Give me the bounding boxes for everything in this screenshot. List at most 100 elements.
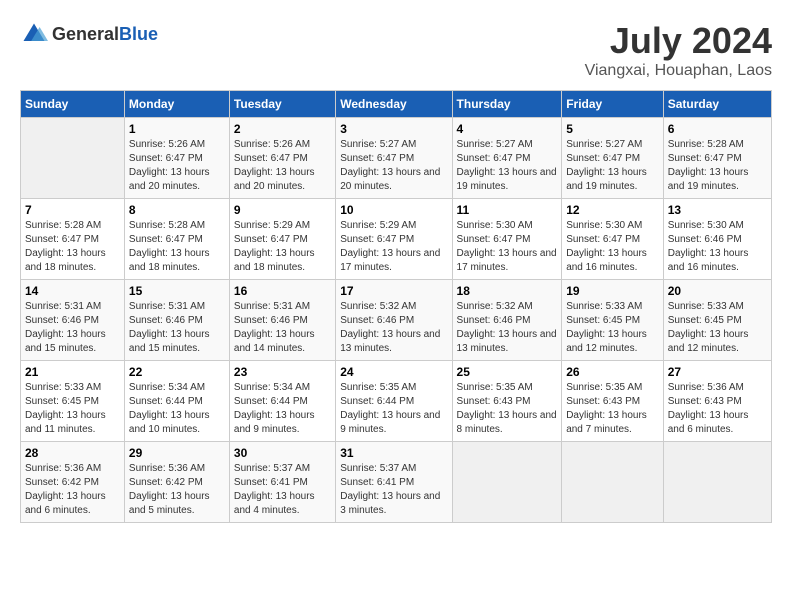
day-number: 1 (129, 122, 225, 136)
calendar-cell: 6 Sunrise: 5:28 AM Sunset: 6:47 PM Daylig… (663, 118, 771, 199)
calendar-cell (452, 442, 562, 523)
calendar-cell (663, 442, 771, 523)
day-number: 2 (234, 122, 331, 136)
main-title: July 2024 (585, 20, 772, 62)
day-number: 24 (340, 365, 447, 379)
calendar-cell: 3 Sunrise: 5:27 AM Sunset: 6:47 PM Daylig… (336, 118, 452, 199)
day-info: Sunrise: 5:29 AM Sunset: 6:47 PM Dayligh… (340, 219, 447, 275)
day-info: Sunrise: 5:26 AM Sunset: 6:47 PM Dayligh… (234, 138, 331, 194)
day-info: Sunrise: 5:31 AM Sunset: 6:46 PM Dayligh… (129, 300, 225, 356)
column-header-thursday: Thursday (452, 91, 562, 118)
day-info: Sunrise: 5:30 AM Sunset: 6:47 PM Dayligh… (457, 219, 558, 275)
calendar-cell: 30 Sunrise: 5:37 AM Sunset: 6:41 PM Dayli… (229, 442, 335, 523)
calendar-cell: 11 Sunrise: 5:30 AM Sunset: 6:47 PM Dayli… (452, 199, 562, 280)
calendar-cell: 22 Sunrise: 5:34 AM Sunset: 6:44 PM Dayli… (124, 361, 229, 442)
column-header-saturday: Saturday (663, 91, 771, 118)
calendar-cell: 23 Sunrise: 5:34 AM Sunset: 6:44 PM Dayli… (229, 361, 335, 442)
day-number: 22 (129, 365, 225, 379)
day-number: 26 (566, 365, 659, 379)
calendar-cell: 19Sunrise: 5:33 AM Sunset: 6:45 PM Dayli… (562, 280, 664, 361)
calendar-cell: 2 Sunrise: 5:26 AM Sunset: 6:47 PM Daylig… (229, 118, 335, 199)
day-info: Sunrise: 5:27 AM Sunset: 6:47 PM Dayligh… (340, 138, 447, 194)
day-info: Sunrise: 5:30 AM Sunset: 6:46 PM Dayligh… (668, 219, 767, 275)
day-number: 23 (234, 365, 331, 379)
day-info: Sunrise: 5:30 AM Sunset: 6:47 PM Dayligh… (566, 219, 659, 275)
day-number: 31 (340, 446, 447, 460)
day-number: 27 (668, 365, 767, 379)
calendar-cell: 15 Sunrise: 5:31 AM Sunset: 6:46 PM Dayli… (124, 280, 229, 361)
calendar-cell: 21 Sunrise: 5:33 AM Sunset: 6:45 PM Dayli… (21, 361, 125, 442)
calendar-cell (562, 442, 664, 523)
calendar-cell: 17Sunrise: 5:32 AM Sunset: 6:46 PM Dayli… (336, 280, 452, 361)
header-row: SundayMondayTuesdayWednesdayThursdayFrid… (21, 91, 772, 118)
day-info: Sunrise: 5:37 AM Sunset: 6:41 PM Dayligh… (340, 462, 447, 518)
calendar-cell: 5 Sunrise: 5:27 AM Sunset: 6:47 PM Daylig… (562, 118, 664, 199)
day-info: Sunrise: 5:27 AM Sunset: 6:47 PM Dayligh… (457, 138, 558, 194)
column-header-sunday: Sunday (21, 91, 125, 118)
calendar-cell: 28Sunrise: 5:36 AM Sunset: 6:42 PM Dayli… (21, 442, 125, 523)
day-info: Sunrise: 5:31 AM Sunset: 6:46 PM Dayligh… (234, 300, 331, 356)
day-number: 25 (457, 365, 558, 379)
day-info: Sunrise: 5:28 AM Sunset: 6:47 PM Dayligh… (25, 219, 120, 275)
calendar-cell: 7 Sunrise: 5:28 AM Sunset: 6:47 PM Daylig… (21, 199, 125, 280)
calendar-cell: 9Sunrise: 5:29 AM Sunset: 6:47 PM Daylig… (229, 199, 335, 280)
calendar-cell: 10 Sunrise: 5:29 AM Sunset: 6:47 PM Dayli… (336, 199, 452, 280)
day-number: 3 (340, 122, 447, 136)
calendar-cell: 29Sunrise: 5:36 AM Sunset: 6:42 PM Dayli… (124, 442, 229, 523)
day-number: 5 (566, 122, 659, 136)
calendar-cell: 8 Sunrise: 5:28 AM Sunset: 6:47 PM Daylig… (124, 199, 229, 280)
day-info: Sunrise: 5:26 AM Sunset: 6:47 PM Dayligh… (129, 138, 225, 194)
column-header-tuesday: Tuesday (229, 91, 335, 118)
week-row-3: 14 Sunrise: 5:31 AM Sunset: 6:46 PM Dayli… (21, 280, 772, 361)
header: GeneralBlue July 2024 Viangxai, Houaphan… (20, 20, 772, 80)
day-info: Sunrise: 5:31 AM Sunset: 6:46 PM Dayligh… (25, 300, 120, 356)
day-number: 19 (566, 284, 659, 298)
calendar-cell: 18Sunrise: 5:32 AM Sunset: 6:46 PM Dayli… (452, 280, 562, 361)
calendar-table: SundayMondayTuesdayWednesdayThursdayFrid… (20, 90, 772, 523)
calendar-cell (21, 118, 125, 199)
day-number: 11 (457, 203, 558, 217)
day-number: 18 (457, 284, 558, 298)
day-info: Sunrise: 5:28 AM Sunset: 6:47 PM Dayligh… (129, 219, 225, 275)
week-row-1: 1 Sunrise: 5:26 AM Sunset: 6:47 PM Daylig… (21, 118, 772, 199)
day-info: Sunrise: 5:28 AM Sunset: 6:47 PM Dayligh… (668, 138, 767, 194)
subtitle: Viangxai, Houaphan, Laos (585, 62, 772, 80)
calendar-cell: 14 Sunrise: 5:31 AM Sunset: 6:46 PM Dayli… (21, 280, 125, 361)
day-number: 17 (340, 284, 447, 298)
day-number: 8 (129, 203, 225, 217)
calendar-cell: 16 Sunrise: 5:31 AM Sunset: 6:46 PM Dayli… (229, 280, 335, 361)
week-row-5: 28Sunrise: 5:36 AM Sunset: 6:42 PM Dayli… (21, 442, 772, 523)
day-info: Sunrise: 5:27 AM Sunset: 6:47 PM Dayligh… (566, 138, 659, 194)
day-info: Sunrise: 5:37 AM Sunset: 6:41 PM Dayligh… (234, 462, 331, 518)
day-number: 30 (234, 446, 331, 460)
day-number: 29 (129, 446, 225, 460)
logo: GeneralBlue (20, 20, 158, 48)
column-header-monday: Monday (124, 91, 229, 118)
day-number: 6 (668, 122, 767, 136)
day-number: 20 (668, 284, 767, 298)
day-number: 7 (25, 203, 120, 217)
day-number: 15 (129, 284, 225, 298)
column-header-friday: Friday (562, 91, 664, 118)
day-info: Sunrise: 5:35 AM Sunset: 6:44 PM Dayligh… (340, 381, 447, 437)
day-number: 4 (457, 122, 558, 136)
calendar-cell: 25Sunrise: 5:35 AM Sunset: 6:43 PM Dayli… (452, 361, 562, 442)
day-number: 14 (25, 284, 120, 298)
calendar-cell: 26Sunrise: 5:35 AM Sunset: 6:43 PM Dayli… (562, 361, 664, 442)
day-number: 13 (668, 203, 767, 217)
day-number: 28 (25, 446, 120, 460)
column-header-wednesday: Wednesday (336, 91, 452, 118)
calendar-cell: 1 Sunrise: 5:26 AM Sunset: 6:47 PM Daylig… (124, 118, 229, 199)
title-area: July 2024 Viangxai, Houaphan, Laos (585, 20, 772, 80)
calendar-cell: 20Sunrise: 5:33 AM Sunset: 6:45 PM Dayli… (663, 280, 771, 361)
day-number: 16 (234, 284, 331, 298)
day-number: 10 (340, 203, 447, 217)
day-info: Sunrise: 5:33 AM Sunset: 6:45 PM Dayligh… (25, 381, 120, 437)
day-info: Sunrise: 5:34 AM Sunset: 6:44 PM Dayligh… (129, 381, 225, 437)
day-number: 21 (25, 365, 120, 379)
day-number: 9 (234, 203, 331, 217)
logo-general: General (52, 24, 119, 44)
day-info: Sunrise: 5:36 AM Sunset: 6:43 PM Dayligh… (668, 381, 767, 437)
calendar-cell: 4 Sunrise: 5:27 AM Sunset: 6:47 PM Daylig… (452, 118, 562, 199)
day-info: Sunrise: 5:34 AM Sunset: 6:44 PM Dayligh… (234, 381, 331, 437)
